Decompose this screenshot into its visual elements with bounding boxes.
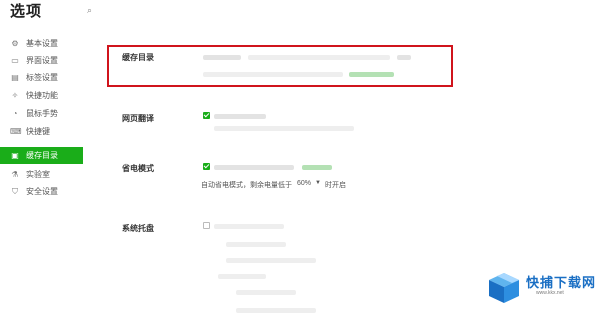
sidebar-item-label: 快捷键	[26, 127, 50, 136]
power-auto-text: 自动省电模式，剩余电量低于	[201, 182, 292, 189]
tray-option-3	[226, 258, 316, 263]
tray-section-label: 系统托盘	[122, 224, 154, 233]
sidebar-item-interface[interactable]: ▭ 界面设置	[0, 52, 83, 69]
sidebar-item-label: 基本设置	[26, 39, 58, 48]
sidebar-item-mouse[interactable]: ◔ 鼠标手势	[0, 105, 83, 122]
sidebar-item-tabs[interactable]: ▤ 标签设置	[0, 69, 83, 86]
tray-option-2	[226, 242, 286, 247]
watermark: 快捕下载网 www.kkx.net	[486, 266, 596, 320]
translate-section-label: 网页翻译	[122, 114, 154, 123]
folder-icon: ▣	[11, 151, 19, 160]
translate-description	[214, 126, 354, 131]
tray-checkbox[interactable]	[203, 222, 210, 229]
sidebar-item-lab[interactable]: ⚗ 实验室	[0, 166, 83, 183]
shield-icon: ⛉	[12, 187, 18, 196]
bolt-icon: ✧	[11, 91, 19, 100]
tray-option-5	[236, 290, 296, 295]
page-title: 选项	[10, 3, 43, 20]
power-checkbox-label	[214, 165, 294, 170]
tray-option-4	[218, 274, 266, 279]
highlight-box	[107, 45, 453, 87]
watermark-title: 快捕下载网	[526, 275, 596, 290]
mouse-icon: ◔	[12, 109, 18, 118]
settings-icon: ⚙	[11, 39, 19, 48]
sidebar-item-label: 快捷功能	[26, 91, 58, 100]
chevron-down-icon[interactable]: ▼	[315, 180, 321, 186]
sidebar-item-label: 鼠标手势	[26, 109, 58, 118]
sidebar-item-security[interactable]: ⛉ 安全设置	[0, 183, 83, 200]
translate-checkbox[interactable]	[203, 112, 210, 119]
power-suffix-text: 时开启	[325, 182, 346, 189]
power-help-link[interactable]	[302, 165, 332, 170]
power-section-label: 省电模式	[122, 164, 154, 173]
battery-threshold-select[interactable]: 60%	[297, 180, 311, 187]
sidebar-item-basic[interactable]: ⚙ 基本设置	[0, 35, 83, 52]
power-checkbox[interactable]	[203, 163, 210, 170]
watermark-url: www.kkx.net	[536, 290, 564, 296]
sidebar-item-label: 标签设置	[26, 73, 58, 82]
sidebar-item-quick[interactable]: ✧ 快捷功能	[0, 87, 83, 104]
window-icon: ▭	[11, 56, 19, 65]
translate-checkbox-label	[214, 114, 266, 119]
sidebar-item-label: 安全设置	[26, 187, 58, 196]
sidebar-item-shortcut[interactable]: ⌨ 快捷键	[0, 123, 83, 140]
tag-icon: ▤	[11, 73, 19, 82]
sidebar-item-label: 缓存目录	[26, 151, 58, 160]
sidebar-item-label: 界面设置	[26, 56, 58, 65]
box-logo-icon	[489, 273, 519, 303]
tray-option-6	[236, 308, 316, 313]
sidebar-item-cache[interactable]: ▣ 缓存目录	[0, 147, 83, 164]
tray-option-1	[214, 224, 284, 229]
search-icon[interactable]: ⌕	[87, 5, 92, 16]
sidebar: ⚙ 基本设置 ▭ 界面设置 ▤ 标签设置 ✧ 快捷功能 ◔ 鼠标手势 ⌨ 快捷键…	[0, 26, 83, 320]
sidebar-item-label: 实验室	[26, 170, 50, 179]
keyboard-icon: ⌨	[10, 127, 22, 136]
flask-icon: ⚗	[11, 170, 19, 179]
